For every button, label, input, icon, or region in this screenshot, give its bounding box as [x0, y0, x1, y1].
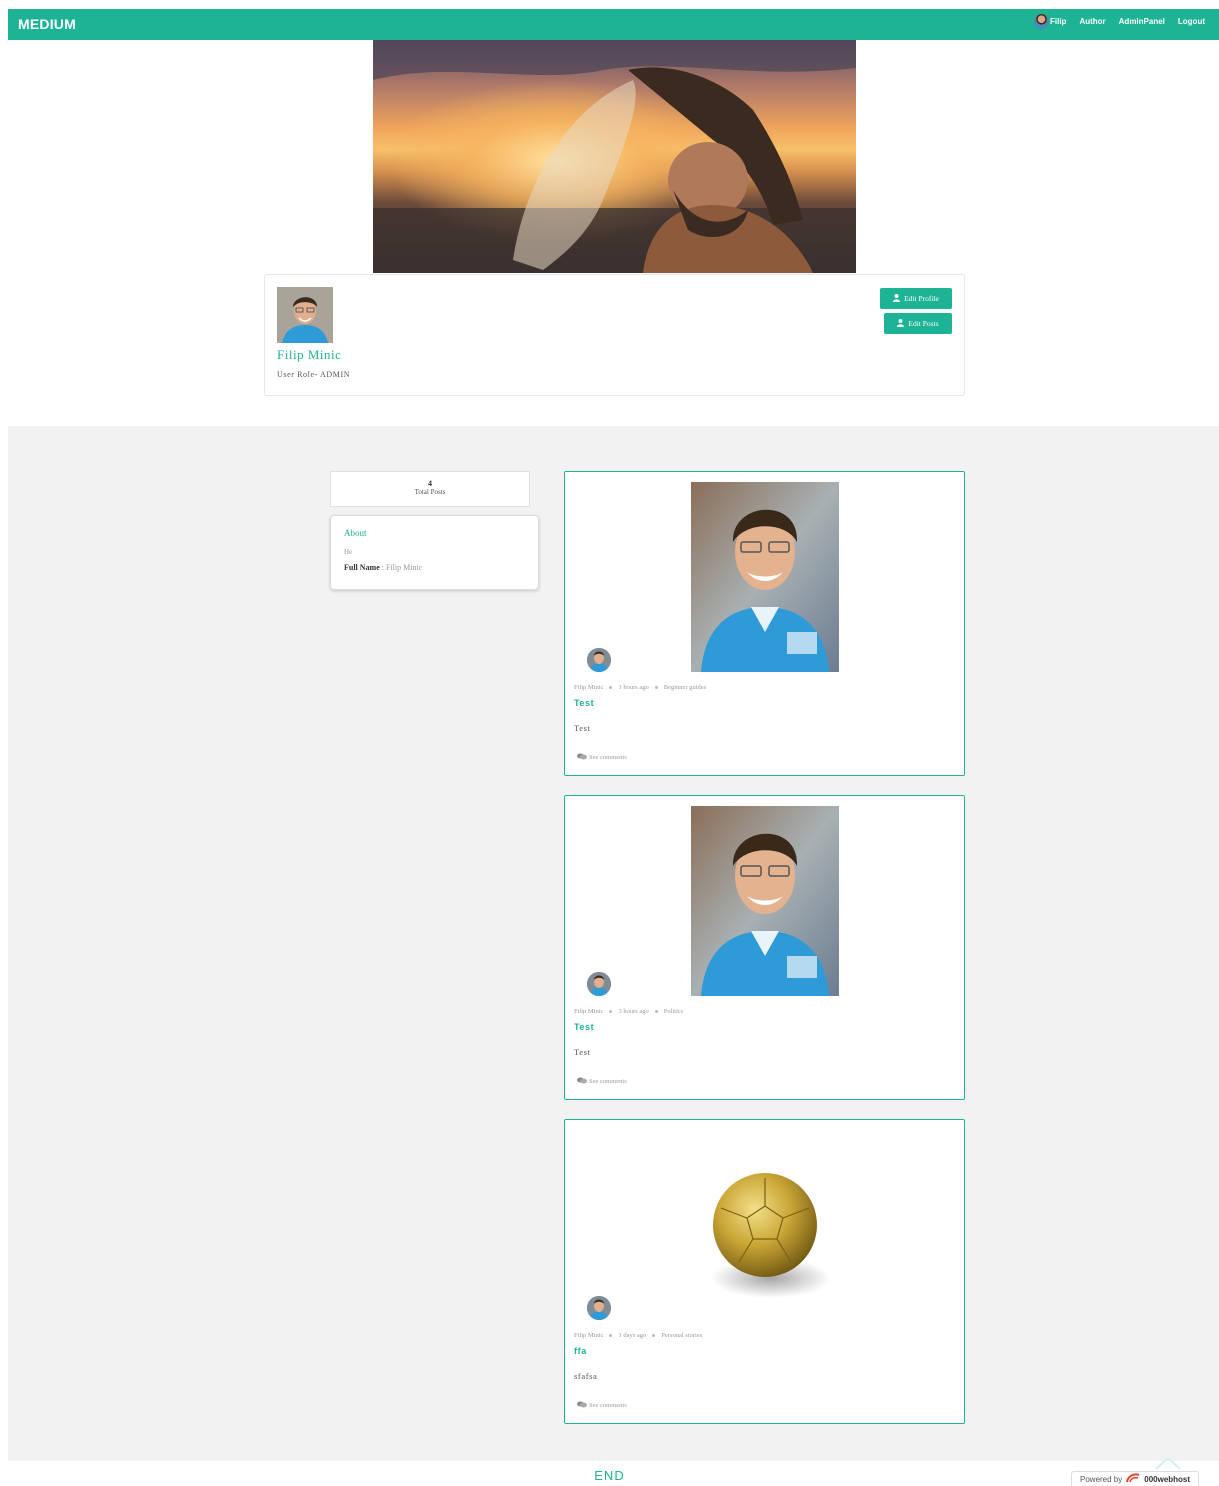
post-meta: Filip Minic 1 hours ago Beginner guides [574, 684, 706, 691]
post-meta: Filip Minic 1 days ago Personal stories [574, 1332, 702, 1339]
brand-logo[interactable]: MEDIUM [18, 16, 76, 32]
about-full-name: Full Name : Filip Minic [344, 563, 422, 572]
post-category[interactable]: Politics [664, 1008, 684, 1015]
full-name-value: : Filip Minic [379, 563, 423, 572]
post-category[interactable]: Personal stories [661, 1332, 702, 1339]
top-navbar: MEDIUM Filip Author AdminPanel Logout [8, 9, 1219, 40]
separator-dot-icon [609, 686, 613, 689]
see-comments-link[interactable]: See comments [577, 1401, 627, 1410]
post-card[interactable]: Filip Minic 3 hours ago Politics Test Te… [564, 795, 965, 1100]
nav-link-adminpanel[interactable]: AdminPanel [1119, 17, 1165, 26]
nav-link-logout[interactable]: Logout [1178, 17, 1205, 26]
about-bio: He [344, 548, 353, 556]
post-body: Test [574, 723, 591, 733]
total-posts-label: Total Posts [414, 488, 446, 496]
post-title[interactable]: Test [574, 698, 594, 708]
nav-user-name: Filip [1049, 17, 1067, 26]
about-title: About [344, 528, 367, 538]
post-time: 1 days ago [618, 1332, 647, 1339]
comments-icon [577, 1401, 587, 1410]
comments-icon [577, 753, 587, 762]
post-author[interactable]: Filip Minic [574, 684, 603, 691]
profile-name: Filip Minic [277, 347, 342, 362]
powered-by-badge[interactable]: Powered by 000webhost [1071, 1471, 1199, 1486]
post-title[interactable]: ffa [574, 1346, 587, 1356]
post-author[interactable]: Filip Minic [574, 1008, 603, 1015]
post-card[interactable]: Filip Minic 1 hours ago Beginner guides … [564, 471, 965, 776]
post-time: 1 hours ago [618, 684, 649, 691]
edit-profile-label: Edit Profile [904, 294, 939, 303]
post-body: sfafsa [574, 1371, 598, 1381]
separator-dot-icon [654, 1010, 658, 1013]
edit-profile-button[interactable]: Edit Profile [880, 288, 952, 309]
post-category[interactable]: Beginner guides [664, 684, 706, 691]
about-box: About He Full Name : Filip Minic [330, 515, 539, 590]
post-card[interactable]: Filip Minic 1 days ago Personal stories … [564, 1119, 965, 1424]
user-icon [893, 293, 901, 304]
comments-icon [577, 1077, 587, 1086]
separator-dot-icon [609, 1010, 613, 1013]
powered-by-label: Powered by [1080, 1474, 1123, 1484]
separator-dot-icon [652, 1334, 656, 1337]
see-comments-label: See comments [589, 754, 627, 761]
cover-image [373, 40, 856, 273]
webhost-logo-icon [1126, 1473, 1140, 1485]
post-meta: Filip Minic 3 hours ago Politics [574, 1008, 683, 1015]
profile-avatar [277, 287, 333, 343]
post-image[interactable] [691, 482, 839, 672]
post-title[interactable]: Test [574, 1022, 594, 1032]
scroll-up-icon[interactable] [1155, 1456, 1181, 1470]
end-label: END [594, 1468, 625, 1483]
full-name-label: Full Name [344, 563, 380, 572]
post-image[interactable] [691, 1150, 839, 1320]
stats-box: 4 Total Posts [330, 471, 530, 507]
separator-dot-icon [654, 686, 658, 689]
nav-user[interactable]: Filip [1033, 14, 1067, 29]
user-avatar-icon [1033, 14, 1049, 29]
see-comments-label: See comments [589, 1078, 627, 1085]
see-comments-label: See comments [589, 1402, 627, 1409]
profile-role: User Role- ADMIN [277, 370, 351, 379]
see-comments-link[interactable]: See comments [577, 753, 627, 762]
post-time: 3 hours ago [618, 1008, 649, 1015]
total-posts-count: 4 [428, 479, 432, 488]
webhost-name: 000webhost [1144, 1474, 1191, 1484]
nav-link-author[interactable]: Author [1079, 17, 1105, 26]
post-body: Test [574, 1047, 591, 1057]
nav-links: Filip Author AdminPanel Logout [1033, 14, 1205, 29]
see-comments-link[interactable]: See comments [577, 1077, 627, 1086]
post-image[interactable] [691, 806, 839, 996]
post-author-avatar[interactable] [587, 648, 611, 672]
user-icon [897, 318, 905, 329]
profile-card: Filip Minic User Role- ADMIN Edit Profil… [264, 274, 965, 396]
separator-dot-icon [609, 1334, 613, 1337]
post-author[interactable]: Filip Minic [574, 1332, 603, 1339]
edit-posts-button[interactable]: Edit Posts [884, 313, 952, 334]
post-author-avatar[interactable] [587, 972, 611, 996]
edit-posts-label: Edit Posts [908, 319, 939, 328]
post-author-avatar[interactable] [587, 1296, 611, 1320]
